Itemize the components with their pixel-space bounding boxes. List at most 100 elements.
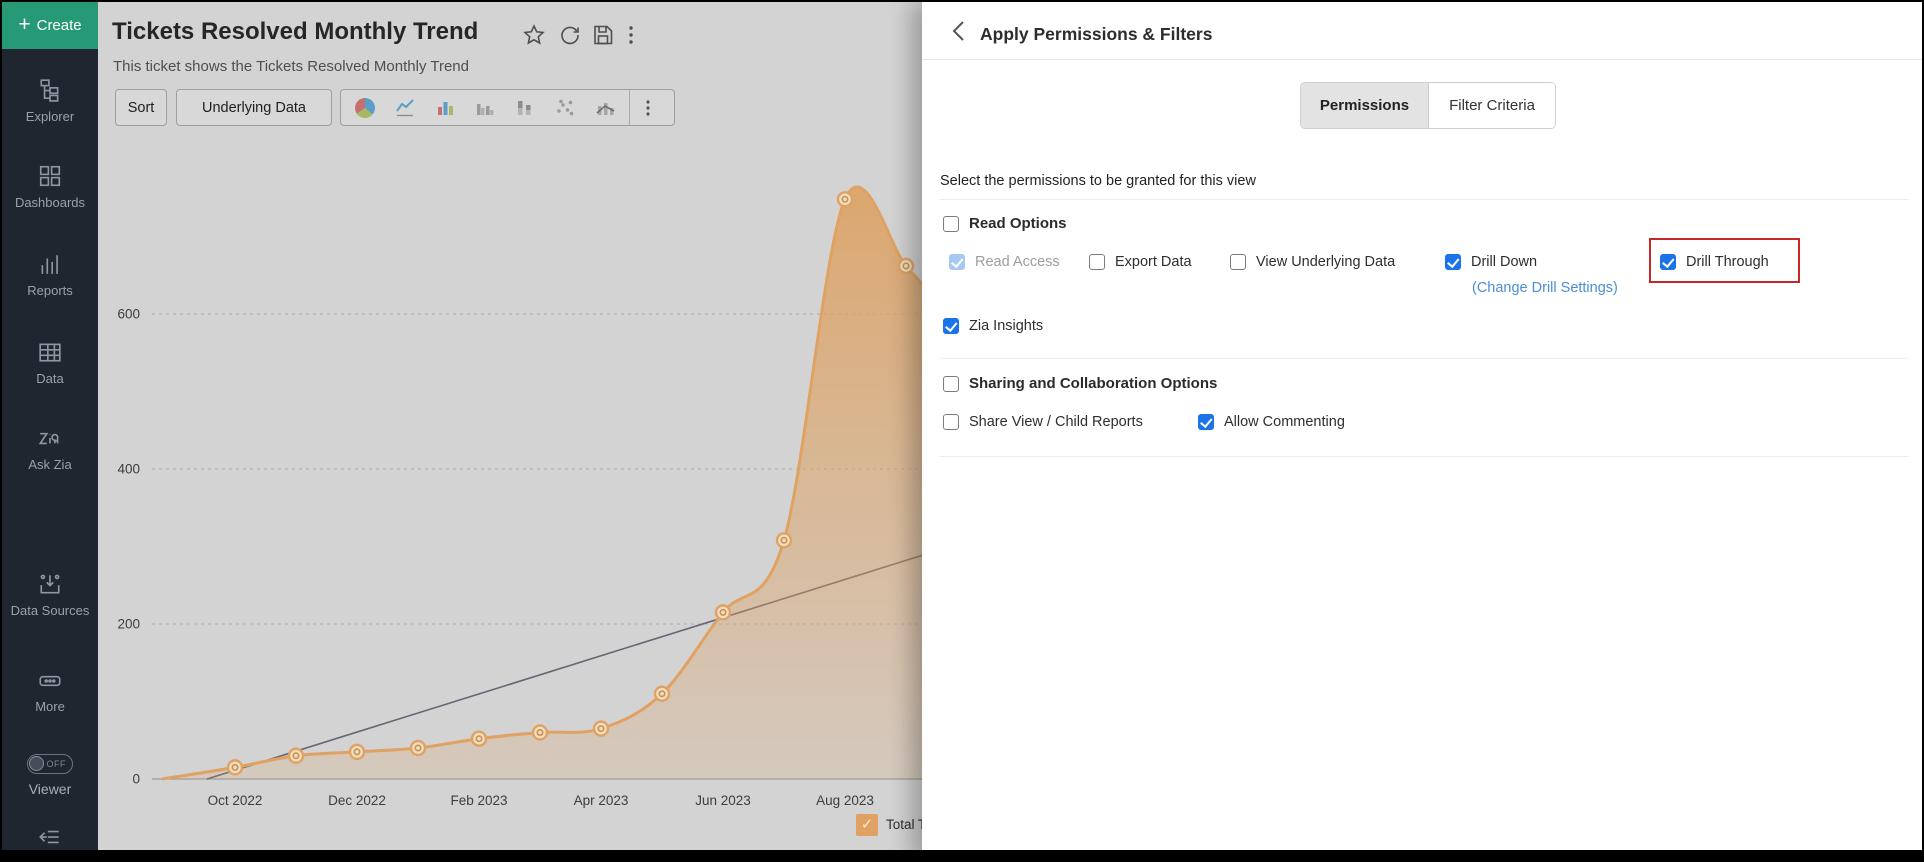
read-access-checkbox[interactable]	[949, 254, 965, 270]
bar-chart-type-button[interactable]	[432, 95, 458, 121]
sidebar-item-ask-zia[interactable]: Ask Zia	[2, 426, 98, 474]
chart-type-toolbar	[340, 89, 675, 126]
checkbox-row-zia-insights[interactable]: Zia Insights	[943, 318, 1043, 334]
zia-icon	[37, 426, 63, 450]
sidebar-item-more[interactable]: More	[2, 670, 98, 716]
divider	[940, 456, 1908, 457]
sidebar-item-reports[interactable]: Reports	[2, 252, 98, 300]
sharing-options-checkbox[interactable]	[943, 376, 959, 392]
checkbox-row-read-access[interactable]: Read Access	[949, 254, 1060, 270]
legend-label: Total T	[886, 817, 926, 832]
checkbox-row-view-underlying-data[interactable]: View Underlying Data	[1230, 254, 1395, 270]
toggle-state-label: OFF	[47, 758, 67, 770]
create-label: Create	[37, 17, 82, 34]
viewer-label: Viewer	[2, 780, 98, 799]
change-drill-settings-link[interactable]: (Change Drill Settings)	[1472, 280, 1618, 296]
tab-label: Permissions	[1320, 97, 1409, 114]
tab-permissions[interactable]: Permissions	[1301, 83, 1428, 128]
sidebar-item-dashboards[interactable]: Dashboards	[2, 164, 98, 212]
svg-text:Dec 2022: Dec 2022	[328, 793, 386, 808]
hierarchy-icon	[38, 78, 62, 102]
sidebar-label: Data	[2, 370, 98, 388]
checkbox-row-sharing-options[interactable]: Sharing and Collaboration Options	[943, 375, 1217, 392]
import-icon	[38, 572, 62, 596]
chart-types-more-button[interactable]	[635, 95, 661, 121]
pie-chart-type-button[interactable]	[352, 95, 378, 121]
chevron-left-icon	[946, 17, 974, 45]
drill-down-checkbox[interactable]	[1445, 254, 1461, 270]
checkbox-row-drill-down[interactable]: Drill Down	[1445, 254, 1537, 270]
create-button[interactable]: + Create	[2, 2, 98, 49]
table-icon	[38, 340, 62, 364]
zia-insights-label: Zia Insights	[969, 318, 1043, 334]
sidebar-item-data-sources[interactable]: Data Sources	[2, 572, 98, 620]
drill-through-label: Drill Through	[1686, 254, 1769, 270]
instruction-text: Select the permissions to be granted for…	[940, 173, 1256, 189]
allow-commenting-label: Allow Commenting	[1224, 414, 1345, 430]
page-subtitle: This ticket shows the Tickets Resolved M…	[113, 58, 469, 75]
allow-commenting-checkbox[interactable]	[1198, 414, 1214, 430]
sidebar-label: Dashboards	[2, 194, 98, 212]
viewer-toggle[interactable]: OFF	[27, 754, 73, 774]
pie-chart-icon	[355, 98, 375, 118]
refresh-button[interactable]	[558, 23, 582, 47]
toggle-knob-icon	[29, 756, 44, 771]
share-view-label: Share View / Child Reports	[969, 414, 1143, 430]
page-title: Tickets Resolved Monthly Trend	[112, 18, 478, 46]
scatter-type-button[interactable]	[552, 95, 578, 121]
sidebar-label: More	[2, 698, 98, 716]
plus-icon: +	[18, 14, 30, 35]
export-data-checkbox[interactable]	[1089, 254, 1105, 270]
underlying-data-button[interactable]: Underlying Data	[176, 89, 332, 126]
title-more-button[interactable]	[624, 23, 638, 47]
checkbox-row-share-view[interactable]: Share View / Child Reports	[943, 414, 1143, 430]
tab-group: Permissions Filter Criteria	[1300, 82, 1556, 129]
svg-text:Jun 2023: Jun 2023	[695, 793, 751, 808]
checkbox-row-drill-through[interactable]: Drill Through	[1660, 254, 1769, 270]
zia-insights-checkbox[interactable]	[943, 318, 959, 334]
stacked-bar-type-button[interactable]	[512, 95, 538, 121]
collapse-arrow-icon	[37, 826, 63, 848]
grouped-bar-icon	[474, 97, 496, 119]
read-options-checkbox[interactable]	[943, 216, 959, 232]
favorite-star-button[interactable]	[522, 23, 546, 47]
svg-text:200: 200	[117, 617, 140, 632]
refresh-icon	[558, 23, 582, 47]
view-underlying-data-checkbox[interactable]	[1230, 254, 1246, 270]
divider	[922, 59, 1924, 60]
drill-down-label: Drill Down	[1471, 254, 1537, 270]
read-access-label: Read Access	[975, 254, 1060, 270]
tab-filter-criteria[interactable]: Filter Criteria	[1428, 83, 1555, 128]
sidebar-item-data[interactable]: Data	[2, 340, 98, 388]
legend-item-total[interactable]: Total T	[856, 814, 926, 836]
checkbox-row-allow-commenting[interactable]: Allow Commenting	[1198, 414, 1345, 430]
drill-through-checkbox[interactable]	[1660, 254, 1676, 270]
save-button[interactable]	[591, 23, 615, 47]
checkbox-row-export-data[interactable]: Export Data	[1089, 254, 1192, 270]
bar-chart-icon	[38, 252, 62, 276]
ellipsis-icon	[37, 670, 63, 692]
svg-text:600: 600	[117, 307, 140, 322]
sort-label: Sort	[128, 100, 155, 116]
legend-checkbox-icon[interactable]	[856, 814, 878, 836]
sidebar-label: Data Sources	[2, 602, 98, 620]
sidebar-item-explorer[interactable]: Explorer	[2, 78, 98, 126]
line-chart-icon	[394, 97, 416, 119]
line-chart-type-button[interactable]	[392, 95, 418, 121]
read-options-label: Read Options	[969, 215, 1067, 232]
divider	[940, 358, 1908, 359]
grouped-bar-type-button[interactable]	[472, 95, 498, 121]
underlying-data-label: Underlying Data	[202, 100, 306, 116]
combo-chart-type-button[interactable]	[592, 95, 618, 121]
svg-text:400: 400	[117, 462, 140, 477]
checkbox-row-read-options[interactable]: Read Options	[943, 215, 1067, 232]
colored-bar-chart-icon	[434, 97, 456, 119]
share-view-checkbox[interactable]	[943, 414, 959, 430]
grid-icon	[38, 164, 62, 188]
scatter-plot-icon	[554, 97, 576, 119]
tab-label: Filter Criteria	[1449, 97, 1535, 114]
back-button[interactable]	[946, 17, 974, 45]
toolbar-separator	[629, 90, 630, 125]
sort-button[interactable]: Sort	[115, 89, 167, 126]
sidebar-label: Ask Zia	[2, 456, 98, 474]
